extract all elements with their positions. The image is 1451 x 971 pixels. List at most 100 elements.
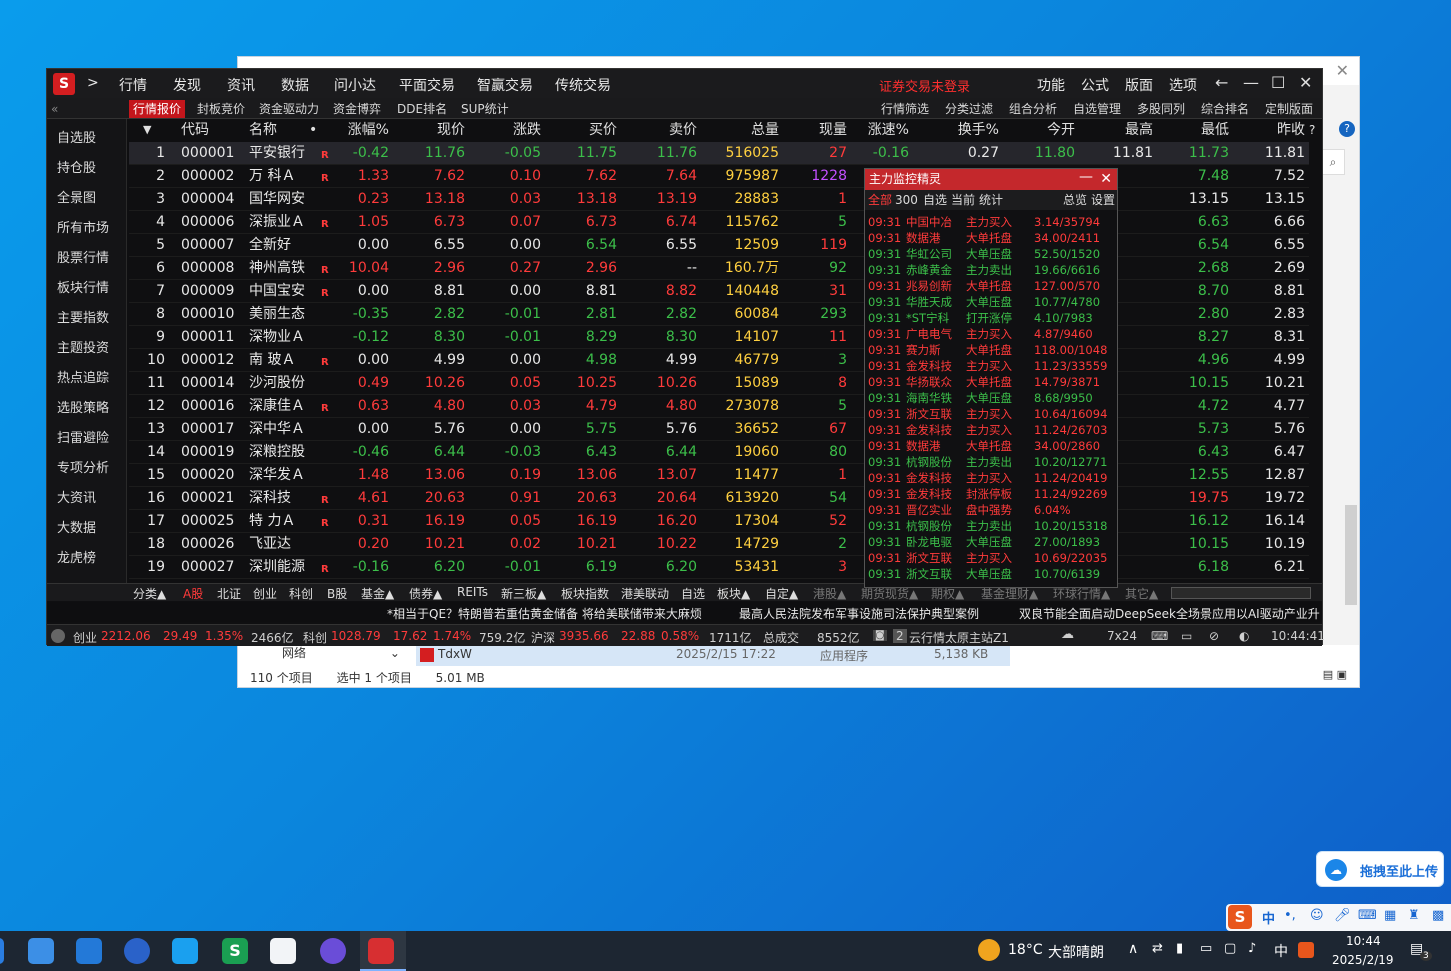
screen-icon[interactable]: ▭ [1181,629,1192,643]
server-name[interactable]: 云行情太原主站Z1 [909,629,1009,646]
sidebar-item-panorama[interactable]: 全景图 [57,187,96,206]
col-dot[interactable]: • [309,119,317,141]
menu-layout[interactable]: 版面 [1125,75,1153,95]
table-row[interactable]: 2 000002 万 科Ａ 1.33 7.62 0.10 7.62 7.64 975987 122… [129,165,1309,188]
market-tab[interactable]: 港股▲ [813,585,846,602]
col-current-vol[interactable]: 现量 [785,119,847,141]
tab-sup[interactable]: SUP统计 [457,100,513,118]
tab-filter[interactable]: 分类过滤 [941,100,997,118]
col-open[interactable]: 今开 [1009,119,1075,141]
col-volume[interactable]: 总量 [707,119,779,141]
maximize-icon[interactable]: ☐ [1271,73,1285,92]
table-row[interactable]: 4000006深振业Ａ1.056.730.076.736.741157625-0… [129,211,1309,234]
news-item[interactable]: *相当于QE？特朗普若重估黄金储备 将给美联储带来大麻烦 [387,605,702,622]
cloud-icon[interactable]: ☁ [1061,627,1074,642]
menu-pingmian-trade[interactable]: 平面交易 [399,75,455,95]
sidebar-item-strategy[interactable]: 选股策略 [57,397,109,416]
monitor-tab-300[interactable]: 300 [895,190,918,210]
back-icon[interactable]: ← [1215,73,1228,92]
nav-item-network[interactable]: 网络 ⌄ [282,644,400,661]
news-item[interactable]: 最高人民法院发布军事设施司法保护典型案例 [739,605,979,622]
col-price[interactable]: 现价 [399,119,465,141]
col-turnover[interactable]: 换手% [919,119,999,141]
sogou-tray-icon[interactable] [1298,942,1314,958]
col-bid[interactable]: 买价 [551,119,617,141]
tab-capital-game[interactable]: 资金博弈 [329,100,385,118]
menu-shuju[interactable]: 数据 [281,75,309,95]
col-low[interactable]: 最低 [1159,119,1229,141]
status-menu-icon[interactable] [51,629,65,643]
horizontal-scrollbar[interactable] [1171,587,1311,599]
upload-drop-widget[interactable]: ☁ 拖拽至此上传 [1316,851,1444,887]
col-pct[interactable]: 涨幅% [329,119,389,141]
sidebar-item-analysis[interactable]: 专项分析 [57,457,109,476]
keyboard-icon[interactable]: ⌨ [1358,908,1377,923]
menu-wenxiaoda[interactable]: 问小达 [334,75,376,95]
clock-date[interactable]: 2025/2/19 [1332,953,1394,967]
menu-formula[interactable]: 公式 [1081,75,1109,95]
market-tab[interactable]: 自定▲ [765,585,798,602]
market-tab[interactable]: 板块▲ [717,585,750,602]
sidebar-item-dragon-tiger[interactable]: 龙虎榜 [57,547,96,566]
market-tab[interactable]: A股 [183,585,203,602]
usb-icon[interactable]: ⇄ [1152,941,1163,956]
market-tab[interactable]: REITs [457,585,488,599]
mail-icon[interactable] [76,938,102,964]
ai-assistant-icon[interactable] [320,938,346,964]
battery-icon[interactable]: ▭ [1200,941,1212,956]
news-item[interactable]: 双良节能全面启动DeepSeek全场景应用以AI驱动产业升 [1019,605,1320,622]
sort-dropdown-icon[interactable]: ▼ [143,119,151,141]
table-row[interactable]: 12000016深康佳Ａ0.634.800.034.794.802730785-… [129,395,1309,418]
apps-icon[interactable]: ▩ [1432,908,1444,923]
sidebar-item-bigdata[interactable]: 大数据 [57,517,96,536]
feishu-icon[interactable] [172,938,198,964]
start-icon[interactable] [0,938,4,964]
sidebar-item-risk[interactable]: 扫雷避险 [57,427,109,446]
col-name[interactable]: 名称 [249,119,277,141]
monitor-tab-stats[interactable]: 统计 [979,190,1003,210]
tab-multi-stock[interactable]: 多股同列 [1133,100,1189,118]
table-row[interactable]: 19 000027 深圳能源 -0.16 6.20 -0.01 6.19 6.20 53431 3… [129,556,1309,579]
shirt-icon[interactable]: ♜ [1408,908,1420,923]
tray-expand-icon[interactable]: ∧ [1128,941,1138,957]
tab-screen[interactable]: 行情筛选 [877,100,933,118]
table-row[interactable]: 10000012南 玻Ａ0.004.990.004.984.9946779304… [129,349,1309,372]
tab-custom-layout[interactable]: 定制版面 [1261,100,1317,118]
market-tab[interactable]: 基金▲ [361,585,394,602]
emoji-icon[interactable]: ☺ [1310,908,1324,923]
cy-index[interactable]: 2212.06 [101,629,151,643]
scrollbar[interactable] [1345,505,1357,605]
kc-index[interactable]: 1028.79 [331,629,381,643]
menu-zixun[interactable]: 资讯 [227,75,255,95]
col-change[interactable]: 涨跌 [475,119,541,141]
col-ask[interactable]: 卖价 [627,119,697,141]
tab-dde[interactable]: DDE排名 [393,100,451,118]
close-icon[interactable]: ✕ [1299,73,1312,92]
minimize-icon[interactable]: — [1079,167,1093,188]
table-row[interactable]: 14 000019 深粮控股 -0.46 6.44 -0.03 6.43 6.44 19060 8… [129,441,1309,464]
wps-sheet-icon[interactable]: S [222,938,248,964]
table-row[interactable]: 7000009中国宝安0.008.810.008.818.8214044831-… [129,280,1309,303]
table-row[interactable]: 6000008神州高铁10.042.960.272.96--160.7万9202… [129,257,1309,280]
tab-quotes[interactable]: 行情报价 [129,100,186,118]
network-icon[interactable]: ▮ [1176,941,1183,956]
market-tab[interactable]: 其它▲ [1125,585,1158,602]
table-row[interactable]: 5000007全新好0.006.550.006.546.551250911906… [129,234,1309,257]
col-help-icon[interactable]: ? [1309,119,1315,141]
sidebar-item-all-markets[interactable]: 所有市场 [57,217,109,236]
col-code[interactable]: 代码 [181,119,209,141]
table-row[interactable]: 16 000021 深科技 4.61 20.63 0.91 20.63 20.64 613920… [129,487,1309,510]
tab-fengban[interactable]: 封板竞价 [193,100,249,118]
market-tab[interactable]: 港美联动 [621,585,669,602]
sidebar-item-theme[interactable]: 主题投资 [57,337,109,356]
login-status[interactable]: 证券交易未登录 [879,76,970,95]
speed-icon[interactable]: ◐ [1239,629,1249,643]
col-high[interactable]: 最高 [1085,119,1153,141]
baidu-netdisk-icon[interactable] [270,938,296,964]
ime-lang[interactable]: 中 [1262,908,1275,927]
market-tab[interactable]: 创业 [253,585,277,602]
ime-indicator[interactable]: 中 [1274,941,1288,961]
display-icon[interactable]: ▢ [1224,941,1236,956]
sidebar-item-holdings[interactable]: 持仓股 [57,157,96,176]
sidebar-item-sector-quotes[interactable]: 板块行情 [57,277,109,296]
